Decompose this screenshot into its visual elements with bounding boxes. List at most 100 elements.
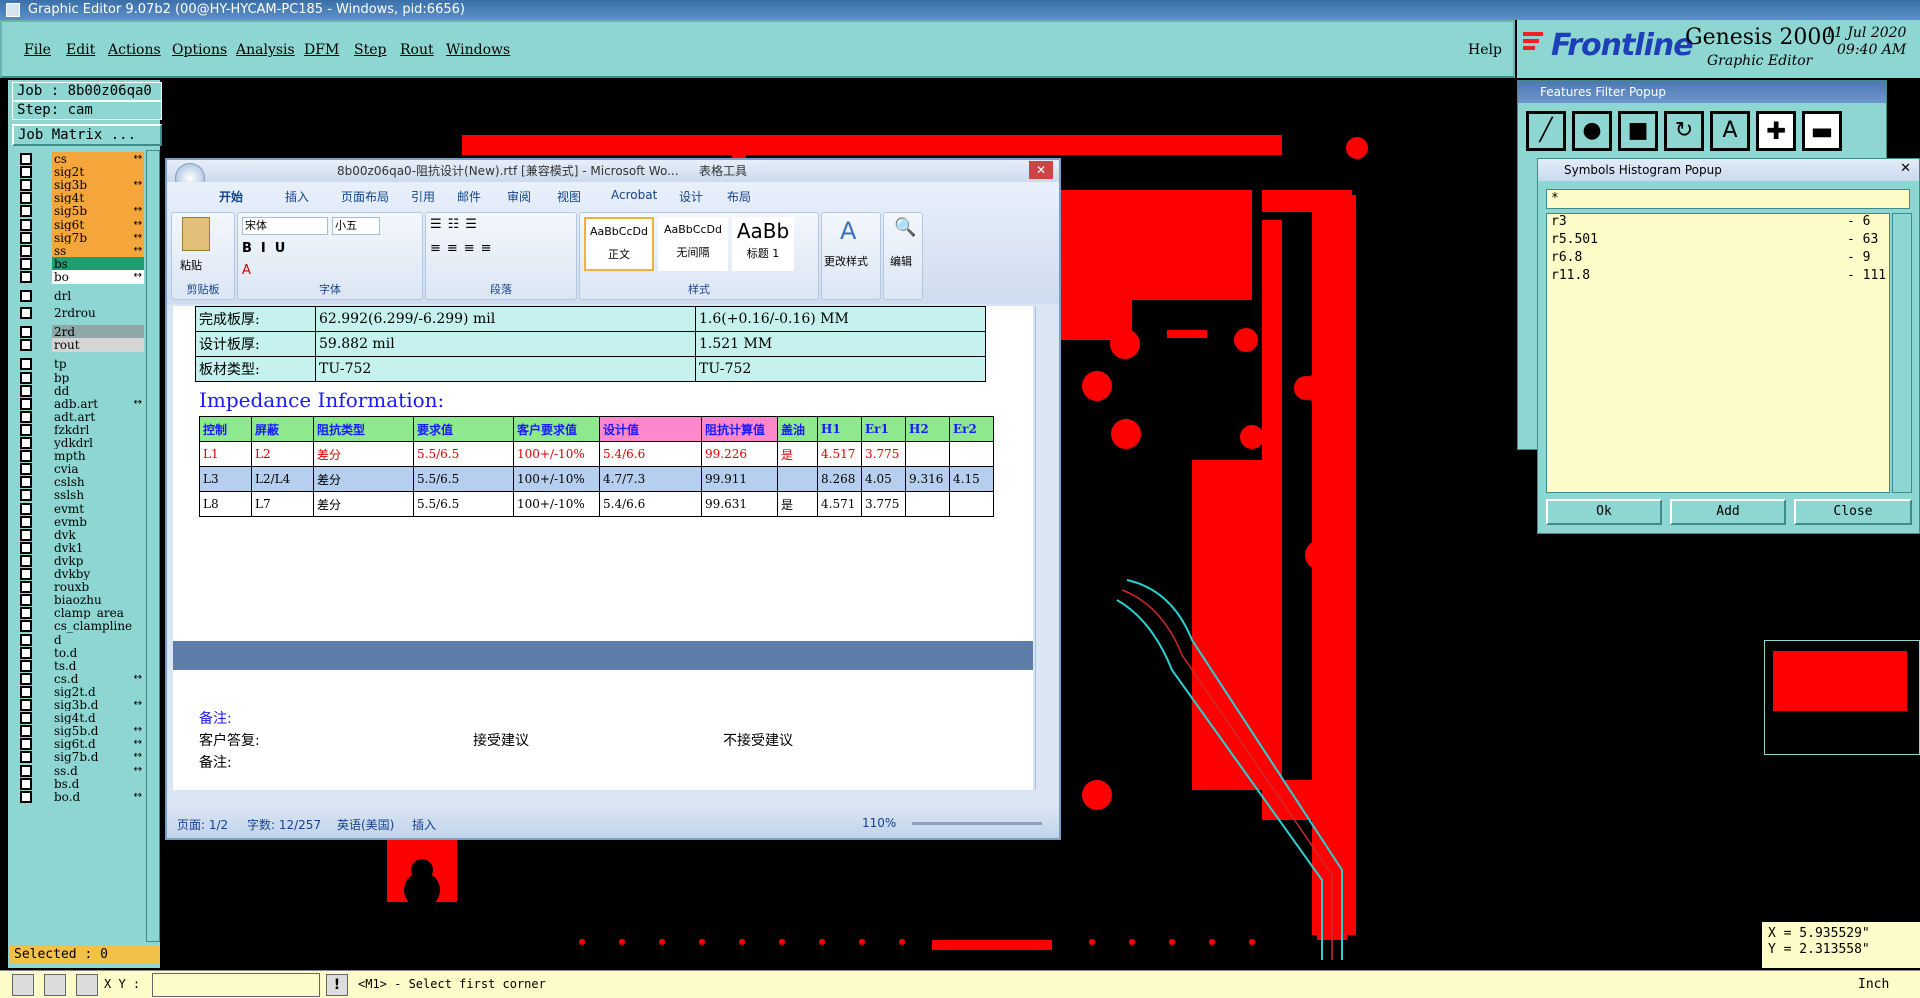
layer-row[interactable]: evmt — [12, 501, 144, 516]
layer-row[interactable]: fzkdrl — [12, 422, 144, 437]
menu-dfm[interactable]: DFM — [304, 42, 339, 58]
layer-checkbox[interactable] — [20, 790, 32, 803]
layer-row[interactable]: sig5b ↔ — [12, 204, 144, 219]
layer-checkbox[interactable] — [20, 502, 32, 515]
layer-checkbox[interactable] — [20, 659, 32, 672]
layer-row[interactable]: dvkp — [12, 553, 144, 568]
layer-row[interactable]: ss ↔ — [12, 243, 144, 258]
layer-checkbox[interactable] — [20, 685, 32, 698]
layer-checkbox[interactable] — [20, 646, 32, 659]
layer-row[interactable]: sig3b ↔ — [12, 178, 144, 193]
layer-row[interactable]: 2rd — [12, 325, 144, 340]
layer-name[interactable]: ydkdrl — [52, 436, 144, 450]
layer-name[interactable]: dvkby — [52, 567, 144, 581]
layer-checkbox[interactable] — [20, 153, 32, 165]
layer-row[interactable]: clamp_area — [12, 606, 144, 621]
layer-name[interactable]: sslsh — [52, 488, 144, 503]
layer-name[interactable]: sig6t.d — [52, 737, 144, 752]
layer-name[interactable]: evmt — [52, 501, 144, 516]
layer-name[interactable]: dvk1 — [52, 540, 144, 555]
impedance-row[interactable]: L1 L2 差分 5.5/6.5 100+/-10% 5.4/6.6 99.226 是 4.51… — [199, 441, 994, 467]
layer-row[interactable]: bo.d ↔ — [12, 789, 144, 804]
menu-analysis[interactable]: Analysis — [236, 42, 295, 58]
layer-name[interactable]: rout — [52, 338, 144, 353]
style-normal[interactable]: AaBbCcDd 正文 — [584, 217, 654, 271]
layer-name[interactable]: cslsh — [52, 475, 144, 490]
layer-checkbox[interactable] — [20, 764, 32, 777]
layer-name[interactable]: sig7b — [52, 230, 144, 245]
layer-checkbox[interactable] — [20, 751, 32, 764]
surface-icon[interactable]: ■ — [1618, 111, 1658, 151]
layer-checkbox[interactable] — [20, 581, 32, 594]
layer-name[interactable]: sig3b — [52, 178, 144, 193]
layer-name[interactable]: sig7b.d — [52, 750, 144, 765]
layer-name[interactable]: 2rd — [52, 325, 144, 340]
tab-review[interactable]: 审阅 — [507, 188, 531, 205]
layer-name[interactable]: bs — [52, 256, 144, 271]
minus-icon[interactable]: ▬ — [1802, 111, 1842, 151]
layer-name[interactable]: cs — [52, 152, 144, 166]
layer-name[interactable]: biaozhu — [52, 593, 144, 608]
layer-checkbox[interactable] — [20, 777, 32, 790]
menu-actions[interactable]: Actions — [108, 42, 161, 58]
layer-checkbox[interactable] — [20, 672, 32, 685]
layer-row[interactable]: dvkby — [12, 567, 144, 581]
histogram-row[interactable]: r5.501 - 63 — [1547, 232, 1889, 250]
layer-name[interactable]: bp — [52, 370, 144, 385]
layer-checkbox[interactable] — [20, 231, 32, 244]
layer-name[interactable]: adt.art — [52, 409, 144, 424]
layer-checkbox[interactable] — [20, 541, 32, 554]
layer-row[interactable]: sig6t.d ↔ — [12, 737, 144, 752]
plus-icon[interactable]: ✚ — [1756, 111, 1796, 151]
impedance-row[interactable]: L3 L2/L4 差分 5.5/6.5 100+/-10% 4.7/7.3 99.911 8.… — [199, 466, 994, 492]
layer-name[interactable]: sig3b.d — [52, 698, 144, 712]
layer-checkbox[interactable] — [20, 528, 32, 541]
layer-checkbox[interactable] — [20, 476, 32, 489]
document-page-2[interactable]: 备注: 客户答复: 接受建议 不接受建议 备注: — [173, 670, 1033, 790]
layer-row[interactable]: sig3b.d ↔ — [12, 698, 144, 712]
menu-options[interactable]: Options — [172, 42, 227, 58]
thumbnail-view[interactable] — [1764, 640, 1920, 755]
tab-design[interactable]: 设计 — [679, 188, 703, 205]
layer-name[interactable]: sig5b.d — [52, 724, 144, 739]
layer-row[interactable]: bs — [12, 256, 144, 271]
layer-row[interactable]: sig7b.d ↔ — [12, 750, 144, 765]
layer-checkbox[interactable] — [20, 257, 32, 270]
layer-row[interactable]: cvia — [12, 462, 144, 477]
document-page[interactable]: 完成板厚: 62.992(6.299/-6.299) mil 1.6(+0.16/-… — [173, 306, 1033, 641]
histogram-list[interactable]: r3 - 6 r5.501 - 63 r6.8 - 9 r11.8 - 111 — [1546, 213, 1890, 493]
layer-row[interactable]: mpth — [12, 449, 144, 464]
layer-checkbox[interactable] — [20, 463, 32, 476]
layer-checkbox[interactable] — [20, 712, 32, 725]
layer-row[interactable]: d — [12, 632, 144, 647]
layer-checkbox[interactable] — [20, 218, 32, 231]
layer-checkbox[interactable] — [20, 384, 32, 397]
tab-acrobat[interactable]: Acrobat — [611, 188, 657, 202]
alert-icon[interactable]: ! — [326, 974, 348, 996]
layer-checkbox[interactable] — [20, 699, 32, 711]
layer-checkbox[interactable] — [20, 326, 32, 339]
editing-group[interactable]: 🔍 编辑 — [883, 212, 923, 300]
pad-icon[interactable]: ● — [1572, 111, 1612, 151]
layer-name[interactable]: mpth — [52, 449, 144, 464]
layer-checkbox[interactable] — [20, 192, 32, 205]
layer-checkbox[interactable] — [20, 166, 32, 179]
menu-help[interactable]: Help — [1468, 42, 1502, 58]
layer-name[interactable]: ss.d — [52, 763, 144, 778]
layer-checkbox[interactable] — [20, 594, 32, 607]
histogram-row[interactable]: r3 - 6 — [1547, 214, 1889, 232]
layer-checkbox[interactable] — [20, 437, 32, 449]
tab-references[interactable]: 引用 — [411, 188, 435, 205]
layer-row[interactable]: ydkdrl — [12, 436, 144, 450]
layer-name[interactable]: sig2t — [52, 165, 144, 180]
layer-checkbox[interactable] — [20, 568, 32, 580]
add-button[interactable]: Add — [1670, 499, 1786, 525]
layer-row[interactable]: biaozhu — [12, 593, 144, 608]
font-format-buttons[interactable]: BIU — [242, 241, 294, 256]
close-button[interactable]: Close — [1794, 499, 1912, 525]
layer-checkbox[interactable] — [20, 554, 32, 567]
layer-checkbox[interactable] — [20, 371, 32, 384]
style-no-spacing[interactable]: AaBbCcDd 无间隔 — [658, 217, 728, 271]
font-color-icon[interactable]: A — [242, 263, 251, 278]
tab-table-layout[interactable]: 布局 — [727, 188, 751, 205]
